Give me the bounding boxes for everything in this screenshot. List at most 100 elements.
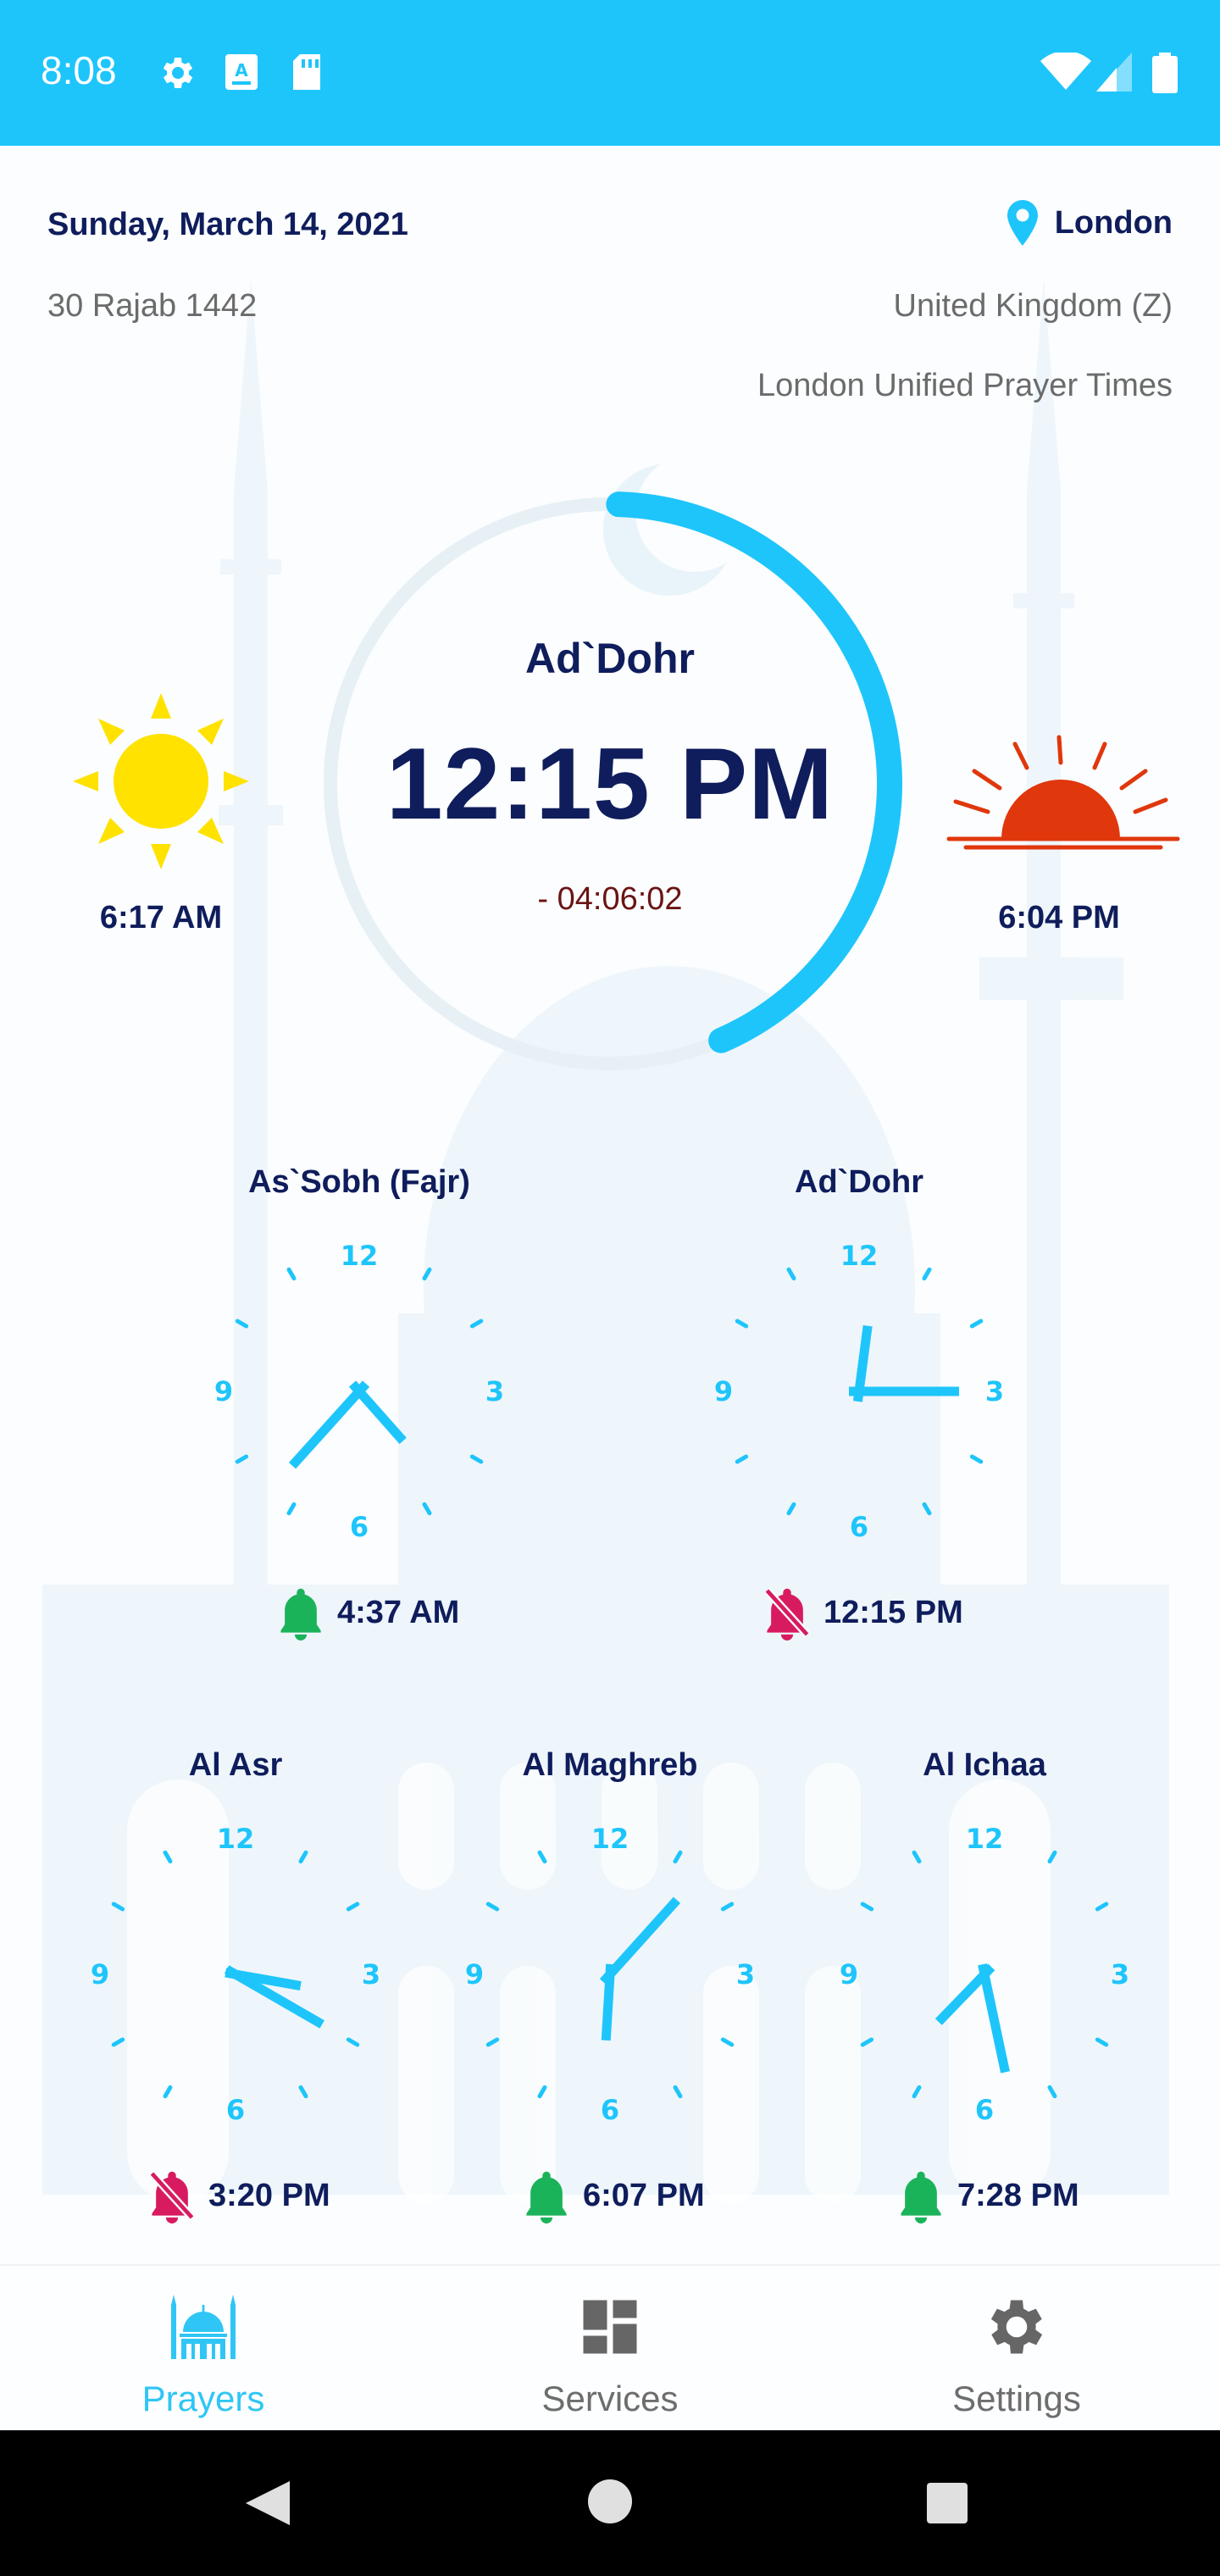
clock-tick: [720, 1901, 735, 1912]
clock-number: 9: [465, 1958, 484, 1990]
analog-clock-ichaa: 12 3 6 9: [840, 1823, 1129, 2126]
clock-number: 12: [217, 1823, 255, 1855]
clock-number: 3: [362, 1958, 380, 1990]
clock-number: 6: [975, 2094, 994, 2126]
prayer-time-asr: 3:20 PM: [208, 2177, 330, 2213]
clock-tick: [485, 2037, 500, 2047]
bell-on-icon: [280, 1588, 321, 1641]
prayer-time-maghreb: 6:07 PM: [583, 2177, 705, 2213]
mosque-icon: [171, 2295, 236, 2359]
clock-tick: [673, 1850, 683, 1864]
sun-icon: [73, 693, 249, 869]
gear-icon: [990, 2300, 1043, 2354]
clock-tick: [720, 2037, 735, 2047]
clock-tick: [922, 1267, 932, 1281]
countdown-timer: - 04:06:02: [537, 881, 683, 917]
clock-tick: [298, 1850, 308, 1864]
clock-tick: [1095, 2037, 1109, 2047]
clock-tick: [286, 1267, 297, 1281]
clock-tick: [422, 1502, 432, 1516]
analog-clock-maghreb: 12 3 6 9: [465, 1823, 755, 2126]
clock-tick: [346, 1901, 360, 1912]
clock-tick: [469, 1319, 484, 1329]
prayer-alarm-ichaa[interactable]: 7:28 PM: [896, 2168, 1079, 2223]
clock-tick: [235, 1319, 249, 1329]
clock-number: 12: [840, 1240, 879, 1272]
prayer-alarm-fajr[interactable]: 4:37 AM: [276, 1585, 459, 1641]
clock-tick: [1095, 1901, 1109, 1912]
clock-tick: [860, 2037, 874, 2047]
current-prayer-time: 12:15 PM: [385, 727, 835, 841]
analog-clock-asr: 12 3 6 9: [91, 1823, 380, 2126]
prayer-name-fajr: As`Sobh (Fajr): [248, 1164, 470, 1200]
clock-tick: [786, 1267, 796, 1281]
bell-off-icon: [763, 1587, 811, 1641]
prayer-alarm-asr[interactable]: 3:20 PM: [147, 2168, 330, 2223]
back-icon[interactable]: [242, 2478, 293, 2529]
clock-number: 9: [840, 1958, 858, 1990]
clock-number: 6: [850, 1511, 868, 1543]
clock-tick: [111, 1901, 125, 1912]
prayer-name-ichaa: Al Ichaa: [923, 1747, 1046, 1783]
minute-hand: [288, 1380, 370, 1469]
prayer-name-maghreb: Al Maghreb: [522, 1747, 698, 1783]
clock-tick: [673, 2085, 683, 2099]
clock-tick: [860, 1901, 874, 1912]
clock-number: 9: [714, 1375, 733, 1407]
clock-tick: [235, 1454, 249, 1464]
clock-tick: [346, 2037, 360, 2047]
prayer-name-dohr: Ad`Dohr: [795, 1164, 923, 1200]
bell-off-icon: [148, 2170, 196, 2223]
clock-number: 12: [341, 1240, 379, 1272]
prayer-alarm-dohr[interactable]: 12:15 PM: [762, 1585, 963, 1641]
home-icon[interactable]: [586, 2478, 634, 2525]
analog-clock-dohr: 12 3 6 9: [714, 1240, 1004, 1543]
clock-number: 6: [226, 2094, 245, 2126]
clock-tick: [298, 2085, 308, 2099]
clock-tick: [163, 2085, 173, 2099]
clock-tick: [969, 1319, 984, 1329]
prayer-times-screen: 8:08 A Sunday, March 14, 2021 30 Rajab 1…: [0, 0, 1220, 2576]
nav-tab-prayers[interactable]: Prayers: [76, 2291, 330, 2419]
clock-tick: [537, 1850, 547, 1864]
clock-number: 6: [350, 1511, 369, 1543]
clock-number: 3: [736, 1958, 755, 1990]
prayer-name-asr: Al Asr: [188, 1747, 283, 1783]
clock-number: 12: [591, 1823, 629, 1855]
sunrise-time: 6:17 AM: [99, 900, 223, 935]
clock-tick: [485, 1901, 500, 1912]
minute-hand: [599, 1896, 681, 1985]
dashboard-icon: [583, 2300, 637, 2354]
minute-hand: [978, 1963, 1010, 2074]
prayer-alarm-maghreb[interactable]: 6:07 PM: [522, 2168, 705, 2223]
bottom-navigation: Prayers Services Settings: [0, 2264, 1220, 2432]
recents-icon[interactable]: [925, 2481, 969, 2525]
nav-label-prayers: Prayers: [141, 2379, 265, 2418]
clock-number: 9: [91, 1958, 109, 1990]
clock-tick: [469, 1454, 484, 1464]
analog-clock-fajr: 12 3 6 9: [214, 1240, 504, 1543]
current-prayer-name: Ad`Dohr: [525, 635, 695, 682]
prayer-time-ichaa: 7:28 PM: [957, 2177, 1079, 2213]
nav-tab-settings[interactable]: Settings: [890, 2291, 1144, 2419]
clock-tick: [969, 1454, 984, 1464]
clock-tick: [422, 1267, 432, 1281]
bell-on-icon: [526, 2171, 567, 2223]
bell-on-icon: [901, 2171, 941, 2223]
prayer-time-dohr: 12:15 PM: [824, 1594, 963, 1630]
clock-tick: [735, 1454, 749, 1464]
prayer-time-fajr: 4:37 AM: [337, 1594, 460, 1630]
clock-number: 3: [1111, 1958, 1129, 1990]
system-navigation-bar: [0, 2430, 1220, 2576]
clock-tick: [912, 1850, 922, 1864]
clock-tick: [912, 2085, 922, 2099]
clock-number: 3: [985, 1375, 1004, 1407]
clock-tick: [1047, 2085, 1057, 2099]
clock-tick: [1047, 1850, 1057, 1864]
clock-tick: [163, 1850, 173, 1864]
clock-tick: [786, 1502, 796, 1516]
clock-number: 6: [601, 2094, 619, 2126]
sunset-time: 6:04 PM: [998, 900, 1120, 935]
nav-tab-services[interactable]: Services: [483, 2291, 737, 2419]
nav-label-services: Services: [541, 2379, 679, 2418]
